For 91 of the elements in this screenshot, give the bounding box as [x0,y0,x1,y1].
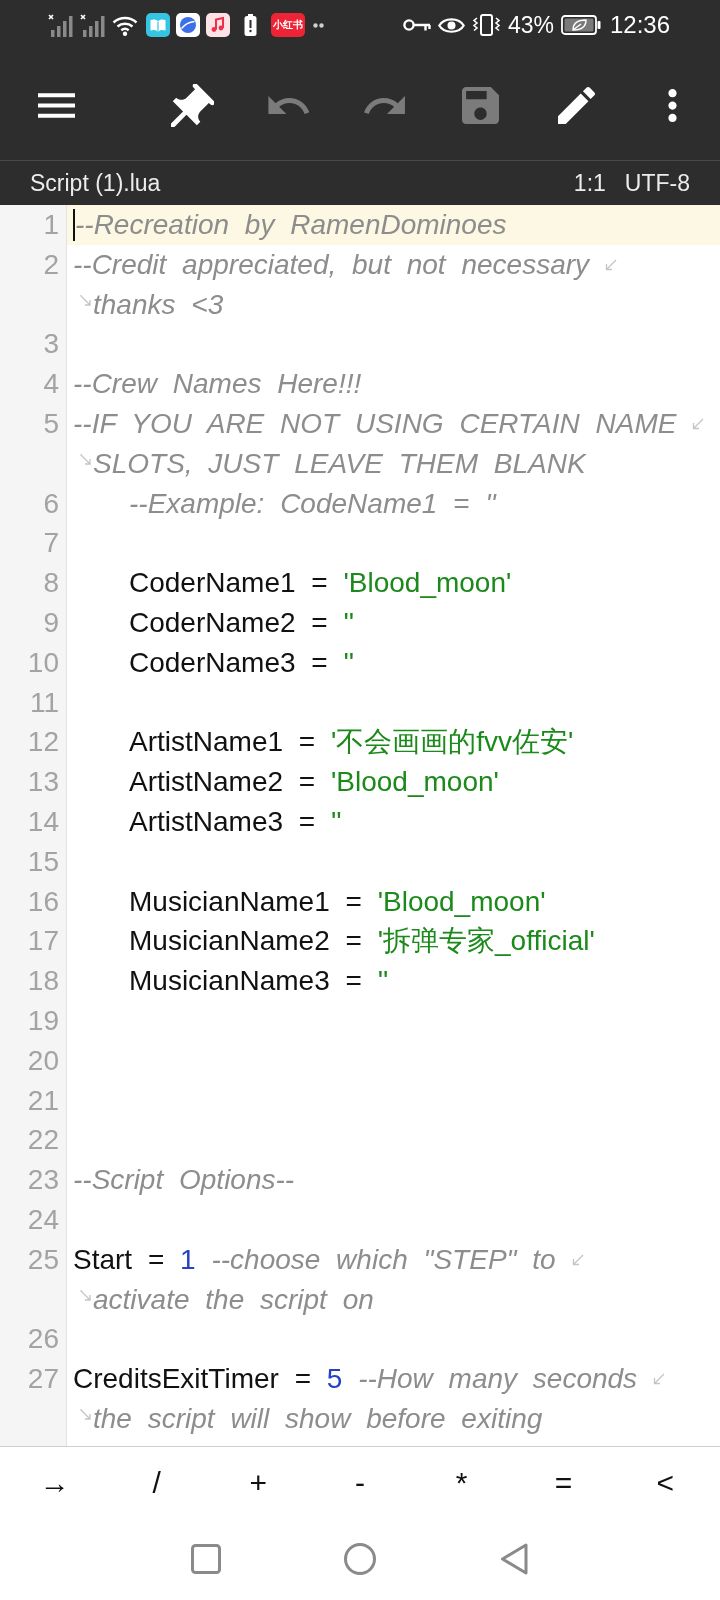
line-number: 4 [43,367,59,402]
line-number: 12 [27,725,59,760]
file-encoding: UTF-8 [624,168,690,198]
line-number: 7 [43,526,59,561]
music-note-app-icon [206,13,230,37]
line-number: 15 [27,844,59,879]
square-icon [191,1544,221,1574]
triangle-icon [500,1543,528,1575]
line-number: 14 [27,804,59,839]
symbol-key[interactable]: < [614,1452,716,1513]
code-line: ArtistName2 = 'Blood_moon' [129,765,499,800]
code-comment: --Crew Names Here!!! [73,367,362,402]
wrap-continuation-icon [80,454,91,466]
menu-icon [37,92,75,118]
undo-icon [267,96,309,114]
line-number: 22 [27,1123,59,1158]
book-app-icon [146,13,170,37]
more-vertical-icon [667,88,677,122]
circle-icon [344,1543,376,1575]
line-number: 19 [27,1003,59,1038]
line-number: 17 [27,924,59,959]
line-number: 18 [27,964,59,999]
text-cursor [73,208,75,241]
code-line: CoderName2 = '' [129,605,355,640]
battery-alert-icon [244,14,257,36]
line-number: 9 [43,605,59,640]
wrap-arrow-icon [653,1373,666,1385]
pencil-icon [557,86,595,124]
wrap-arrow-icon [692,417,705,430]
symbol-key[interactable]: = [512,1452,615,1513]
pushpin-icon [170,83,214,127]
vibrate-icon [471,14,501,36]
code-line: CoderName1 = 'Blood_moon' [129,566,512,601]
code-line: MusicianName3 = '' [129,964,389,999]
code-comment: --Recreation by RamenDominoes [75,208,507,242]
line-number: 3 [43,327,59,362]
line-number: 27 [27,1362,59,1397]
symbol-key[interactable]: + [207,1452,310,1513]
more-notifications-icon [313,22,324,28]
clock-time: 12:36 [609,13,670,37]
wrap-continuation-icon [80,295,91,306]
line-number: 11 [29,685,59,720]
line-number: 8 [43,566,59,601]
code-comment: SLOTS, JUST LEAVE THEM BLANK [93,446,586,481]
cursor-position: 1:1 [573,168,606,198]
symbol-key[interactable]: - [309,1452,411,1513]
line-number: 13 [27,765,59,800]
wrap-arrow-icon [605,258,618,271]
code-comment: the script will show before exiting [93,1401,543,1436]
app-logo: 小红书 [271,13,305,37]
line-number: 6 [43,486,59,521]
wrap-continuation-icon [80,1409,91,1421]
symbol-key[interactable]: * [410,1452,513,1513]
line-number: 5 [43,407,59,441]
symbol-key[interactable]: → [4,1452,106,1513]
code-line: Start = 1 --choose which "STEP" to [73,1242,556,1277]
signal-x-icon [48,13,74,37]
line-number: 20 [27,1043,59,1078]
code-line: ArtistName3 = '' [129,804,342,839]
eye-icon [437,15,465,35]
code-comment: --IF YOU ARE NOT USING CERTAIN NAME [73,407,677,441]
symbol-key[interactable]: / [105,1452,208,1513]
code-comment: --Script Options-- [73,1163,295,1198]
globe-app-icon [176,13,200,37]
line-number: 24 [27,1202,59,1237]
wrap-arrow-icon [571,1253,584,1266]
code-line: MusicianName1 = 'Blood_moon' [129,884,546,919]
line-number: 16 [27,884,59,919]
battery-leaf-icon [560,15,601,35]
line-number: 10 [27,645,59,680]
line-number: 25 [27,1242,59,1277]
wifi-icon [112,14,138,36]
code-comment: thanks <3 [93,287,224,322]
line-number: 2 [43,247,59,282]
code-line: CoderName3 = '' [129,645,355,680]
redo-icon [363,96,405,114]
battery-percentage: 43% [507,13,554,37]
key-icon [402,18,431,32]
code-comment: --Example: CodeName1 = '' [129,486,496,521]
wrap-continuation-icon [80,1289,91,1301]
line-number: 23 [27,1163,59,1198]
code-comment: --Credit appreciated, but not necessary [73,247,590,282]
line-number: 21 [27,1083,59,1118]
code-line: ArtistName1 = '不会画画的fvv佐安' [129,725,574,760]
line-number: 1 [43,208,59,242]
code-comment: activate the script on [93,1282,374,1317]
line-number: 26 [27,1322,59,1357]
code-line: CreditsExitTimer = 5 --How many seconds [73,1362,638,1397]
file-name: Script (1).lua [30,168,161,198]
code-line: MusicianName2 = '拆弹专家_official' [129,924,595,959]
signal-x-icon [80,13,106,37]
